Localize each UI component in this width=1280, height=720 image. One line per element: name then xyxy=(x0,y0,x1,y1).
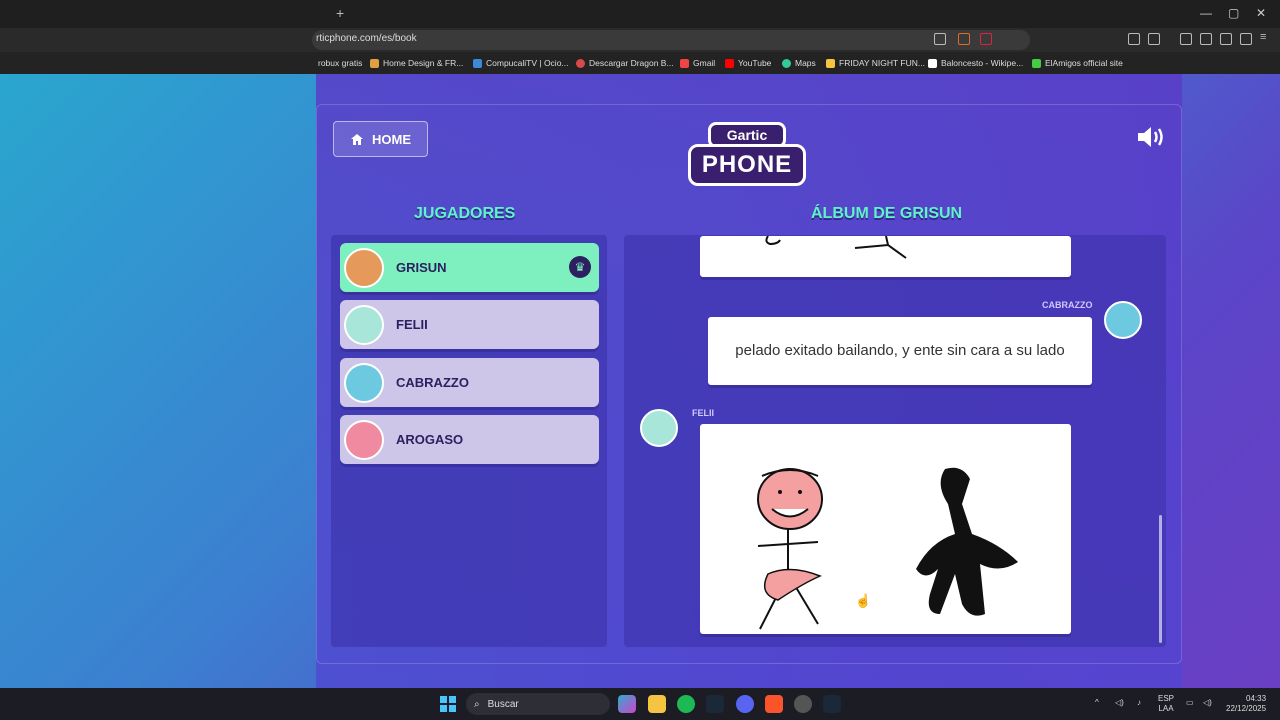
players-panel: GRISUN ♛ FELII CABRAZZO AROGASO xyxy=(331,235,607,647)
home-icon xyxy=(351,133,363,145)
windows-start-icon[interactable] xyxy=(440,696,456,712)
close-icon[interactable]: ✕ xyxy=(1256,6,1266,20)
drawing-canvas xyxy=(757,467,1018,630)
avatar xyxy=(344,247,384,288)
taskbar-search[interactable]: ⌕ Buscar xyxy=(466,693,610,715)
spotify-icon[interactable] xyxy=(677,695,695,713)
previous-drawing xyxy=(765,235,907,259)
clock[interactable]: 04:33 22/12/2025 xyxy=(1226,694,1266,714)
bookmark-item[interactable]: CompucaliTV | Ocio... xyxy=(473,58,569,68)
caption-text: pelado exitado bailando, y ente sin cara… xyxy=(735,342,1065,359)
bookmark-item[interactable]: Home Design & FR... xyxy=(370,58,463,68)
search-label: Buscar xyxy=(487,698,519,710)
bookmark-item[interactable]: Maps xyxy=(782,58,816,68)
sidebar-icon[interactable] xyxy=(1180,33,1192,45)
player-name: AROGASO xyxy=(396,432,464,447)
bookmarks-bar: robux gratis Home Design & FR... Compuca… xyxy=(0,52,1280,74)
search-icon: ⌕ xyxy=(474,698,480,710)
cabrazzo-avatar xyxy=(1104,301,1142,339)
omnibox[interactable] xyxy=(312,30,1030,50)
bookmark-item[interactable]: FRIDAY NIGHT FUN... xyxy=(826,58,925,68)
gartic-phone-logo: Gartic PHONE xyxy=(688,120,806,192)
player-name: GRISUN xyxy=(396,260,447,275)
home-button[interactable]: HOME xyxy=(333,121,428,157)
obs-icon[interactable] xyxy=(794,695,812,713)
player-name: CABRAZZO xyxy=(396,375,469,390)
clock-time: 04:33 xyxy=(1246,694,1267,703)
drawing-speaker: FELII xyxy=(692,408,714,418)
player-row-grisun[interactable]: GRISUN ♛ xyxy=(340,243,599,292)
vpn-icon[interactable] xyxy=(1240,33,1252,45)
sound-icon[interactable] xyxy=(1136,124,1168,150)
drawing-card xyxy=(700,424,1071,634)
player-name: FELII xyxy=(396,317,428,332)
copilot-icon[interactable] xyxy=(618,695,636,713)
bookmark-item[interactable]: ElAmigos official site xyxy=(1032,58,1123,68)
brave-icon[interactable] xyxy=(765,695,783,713)
microphone-icon[interactable]: ♪ xyxy=(1137,698,1141,708)
avatar xyxy=(344,304,384,345)
steam-app-icon[interactable] xyxy=(823,695,841,713)
share-icon[interactable] xyxy=(934,33,946,45)
new-tab-button[interactable]: + xyxy=(336,5,344,21)
brave-shield-icon[interactable] xyxy=(958,33,970,45)
url-text[interactable]: rticphone.com/es/book xyxy=(316,33,417,44)
felii-avatar xyxy=(640,409,678,447)
browser-tab-bar: + — ▢ ✕ xyxy=(0,0,1280,28)
language-indicator[interactable]: ESP LAA xyxy=(1158,694,1174,714)
hand-cursor-icon: ☝ xyxy=(855,593,872,608)
avatar xyxy=(344,362,384,403)
home-label: HOME xyxy=(372,131,411,147)
bookmark-item[interactable]: Baloncesto - Wikipe... xyxy=(928,58,1023,68)
leo-icon[interactable] xyxy=(1220,33,1232,45)
tray-chevron-icon[interactable]: ^ xyxy=(1095,698,1099,708)
speaker-icon[interactable]: ◁) xyxy=(1203,698,1212,708)
player-row-cabrazzo[interactable]: CABRAZZO xyxy=(340,358,599,407)
players-title: JUGADORES xyxy=(414,205,516,222)
wallet-icon[interactable] xyxy=(1200,33,1212,45)
player-row-arogaso[interactable]: AROGASO xyxy=(340,415,599,464)
bookmark-item[interactable]: Descargar Dragon B... xyxy=(576,58,674,68)
album-scrollbar[interactable] xyxy=(1159,515,1162,643)
bookmark-item[interactable]: Gmail xyxy=(680,58,715,68)
menu-icon[interactable]: ≡ xyxy=(1260,31,1272,43)
clock-date: 22/12/2025 xyxy=(1226,704,1267,713)
bookmark-item[interactable]: YouTube xyxy=(725,58,771,68)
steam-icon[interactable] xyxy=(706,695,724,713)
windows-taskbar: ⌕ Buscar ^ ◁) ♪ ESP LAA ▭ ◁) 04:33 22/12… xyxy=(0,688,1280,720)
player-row-felii[interactable]: FELII xyxy=(340,300,599,349)
address-bar: rticphone.com/es/book ≡ xyxy=(0,28,1280,52)
extensions-icon[interactable] xyxy=(1128,33,1140,45)
minimize-icon[interactable]: — xyxy=(1200,6,1212,20)
file-explorer-icon[interactable] xyxy=(648,695,666,713)
avatar xyxy=(344,419,384,460)
maximize-icon[interactable]: ▢ xyxy=(1228,6,1239,20)
logo-bottom-text: PHONE xyxy=(688,144,806,186)
discord-icon[interactable] xyxy=(736,695,754,713)
lang-bottom: LAA xyxy=(1158,704,1174,713)
lang-top: ESP xyxy=(1158,694,1175,703)
tray-volume-icon[interactable]: ◁) xyxy=(1115,698,1124,708)
network-icon[interactable]: ▭ xyxy=(1186,698,1194,708)
caption-speaker: CABRAZZO xyxy=(1042,300,1093,310)
album-title: ÁLBUM DE GRISUN xyxy=(811,205,963,222)
crown-icon: ♛ xyxy=(569,256,591,278)
bookmark-item[interactable]: robux gratis xyxy=(318,58,362,68)
rewards-icon[interactable] xyxy=(980,33,992,45)
tab-search-icon[interactable] xyxy=(1148,33,1160,45)
previous-drawing-card xyxy=(700,235,1071,277)
